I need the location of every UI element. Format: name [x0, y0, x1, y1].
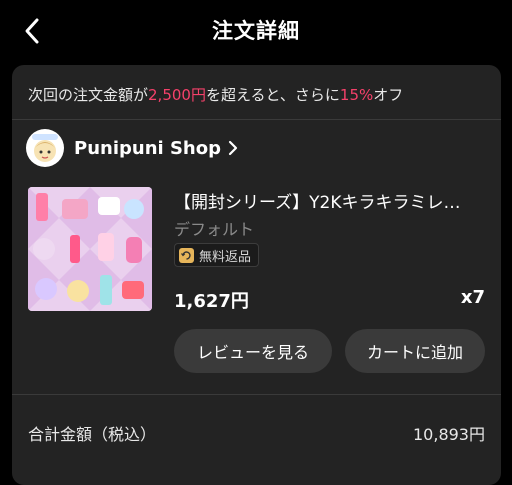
badge-label: 無料返品 — [199, 249, 252, 265]
header: 注文詳細 — [0, 0, 512, 62]
add-to-cart-button[interactable]: カートに追加 — [345, 329, 485, 373]
chevron-right-icon — [228, 140, 238, 156]
promo-discount: 15% — [339, 86, 374, 104]
product-image[interactable] — [28, 187, 152, 311]
product-image-art — [28, 187, 152, 311]
total-label: 合計金額（税込） — [28, 425, 157, 444]
divider — [12, 119, 501, 120]
product-price: 1,627円 — [174, 291, 249, 312]
promo-suffix: オフ — [373, 86, 404, 104]
shop-logo-icon — [32, 134, 58, 162]
promo-text: 次回の注文金額が2,500円を超えると、さらに15%オフ — [28, 84, 403, 105]
shop-avatar — [26, 129, 64, 167]
product-title[interactable]: 【開封シリーズ】Y2Kキラキラミレ… — [174, 188, 484, 213]
return-icon — [179, 247, 194, 263]
free-return-badge: 無料返品 — [174, 243, 260, 267]
shop-link[interactable]: Punipuni Shop — [26, 128, 239, 168]
view-review-button[interactable]: レビューを見る — [174, 329, 332, 373]
divider — [12, 394, 501, 395]
product-quantity: x7 — [460, 287, 485, 308]
promo-amount: 2,500円 — [148, 86, 206, 104]
total-value: 10,893円 — [413, 425, 485, 444]
product-variant: デフォルト — [174, 220, 255, 239]
promo-middle: を超えると、さらに — [205, 86, 340, 104]
order-card: 次回の注文金額が2,500円を超えると、さらに15%オフ Punipuni Sh… — [12, 65, 501, 485]
shop-name: Punipuni Shop — [74, 137, 221, 159]
page-title: 注文詳細 — [212, 19, 300, 43]
promo-prefix: 次回の注文金額が — [28, 86, 149, 104]
